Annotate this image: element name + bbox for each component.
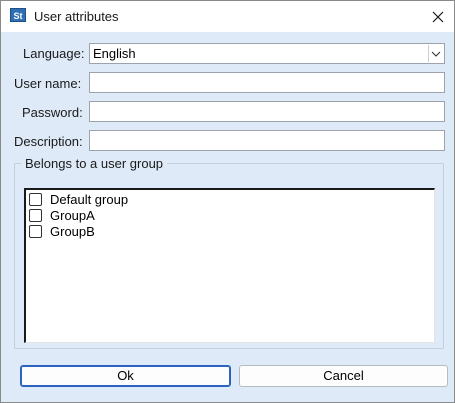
list-item-label: Default group: [50, 192, 129, 207]
window-title: User attributes: [34, 9, 119, 24]
close-button[interactable]: [421, 1, 454, 32]
user-attributes-dialog: St User attributes Language: English Use…: [0, 0, 455, 403]
ok-button[interactable]: Ok: [20, 365, 231, 387]
language-select[interactable]: English: [89, 43, 445, 64]
groupa-checkbox[interactable]: [29, 209, 42, 222]
cancel-button[interactable]: Cancel: [239, 365, 448, 387]
language-selected-value: English: [93, 46, 136, 61]
user-group-list[interactable]: Default group GroupA GroupB: [24, 188, 435, 343]
password-input[interactable]: [89, 101, 445, 122]
list-item-default-group[interactable]: Default group: [29, 192, 128, 207]
close-icon: [432, 11, 443, 22]
password-label: Password:: [22, 105, 83, 120]
list-item-groupa[interactable]: GroupA: [29, 208, 95, 223]
list-item-label: GroupA: [50, 208, 95, 223]
description-input[interactable]: [89, 130, 445, 151]
dialog-body: Language: English User name: Password: D…: [1, 32, 454, 402]
username-label: User name:: [14, 76, 82, 91]
default-group-checkbox[interactable]: [29, 193, 42, 206]
description-label: Description:: [14, 134, 83, 149]
list-item-groupb[interactable]: GroupB: [29, 224, 95, 239]
title-bar: St User attributes: [1, 1, 454, 32]
chevron-down-icon: [431, 51, 441, 57]
list-item-label: GroupB: [50, 224, 95, 239]
language-dropdown-button[interactable]: [428, 45, 443, 62]
app-icon: St: [10, 8, 26, 22]
language-label: Language:: [23, 46, 85, 61]
user-group-legend: Belongs to a user group: [21, 156, 168, 171]
groupb-checkbox[interactable]: [29, 225, 42, 238]
username-input[interactable]: [89, 72, 445, 93]
